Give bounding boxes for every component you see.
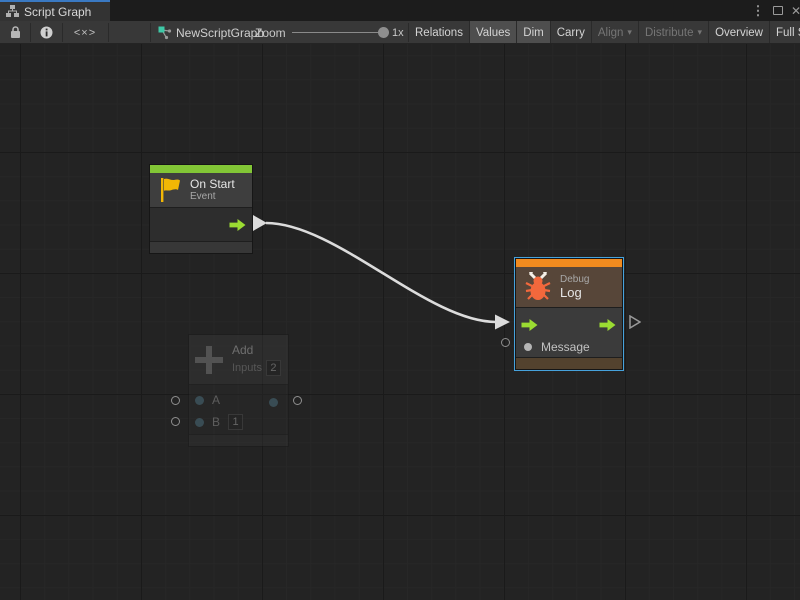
- message-port-row[interactable]: Message: [524, 340, 590, 354]
- zoom-slider-track[interactable]: [292, 32, 384, 33]
- graph-canvas[interactable]: On Start Event: [0, 44, 800, 600]
- inputs-label: Inputs: [232, 362, 262, 374]
- info-icon: [40, 26, 53, 39]
- code-icon: <×>: [74, 27, 96, 39]
- wire-start-triangle: [253, 215, 267, 231]
- plus-icon: [195, 346, 223, 374]
- tab-bar: Script Graph ⋮ ✕: [0, 0, 800, 21]
- flow-output-port[interactable]: [229, 219, 246, 231]
- carry-toggle[interactable]: Carry: [550, 21, 591, 44]
- flag-icon: [158, 177, 182, 203]
- info-button[interactable]: [30, 21, 62, 44]
- maximize-icon: [773, 6, 783, 15]
- flow-output-port[interactable]: [599, 319, 616, 331]
- bug-icon: [524, 271, 552, 303]
- flow-input-port[interactable]: [521, 319, 538, 331]
- node-title: On Start: [190, 177, 235, 191]
- value-port-dot[interactable]: [195, 396, 204, 405]
- flow-connection-wire: [0, 44, 800, 600]
- node-ports: [150, 208, 252, 242]
- close-button[interactable]: ✕: [788, 0, 800, 21]
- message-port-label: Message: [541, 340, 590, 354]
- node-title: Add: [232, 343, 281, 357]
- dim-toggle[interactable]: Dim: [516, 21, 549, 44]
- result-output-dot[interactable]: [269, 398, 278, 407]
- lock-icon: [10, 26, 21, 39]
- event-color-bar: [150, 165, 252, 173]
- node-footer: [189, 435, 288, 446]
- value-port-dot[interactable]: [195, 418, 204, 427]
- node-footer: [516, 358, 622, 369]
- result-outer-circle[interactable]: [293, 396, 302, 405]
- flow-out-hollow-triangle[interactable]: [629, 315, 641, 329]
- fullscreen-button[interactable]: Full Screen: [769, 21, 800, 44]
- node-debug-log[interactable]: Debug Log Message: [514, 257, 624, 371]
- toolbar-separator: [150, 23, 151, 42]
- hierarchy-icon: [6, 5, 19, 18]
- wire-end-arrow: [495, 315, 510, 330]
- port-b-outer-circle[interactable]: [171, 417, 180, 426]
- node-ports: Message: [516, 308, 622, 358]
- chevron-down-icon: ▾: [698, 27, 703, 38]
- node-header: On Start Event: [150, 173, 252, 208]
- value-port-dot[interactable]: [524, 343, 532, 351]
- inputs-count-field[interactable]: 2: [266, 360, 281, 376]
- port-row-a[interactable]: A: [195, 393, 220, 407]
- port-a-label: A: [212, 393, 220, 407]
- node-ports: A B 1: [189, 385, 288, 435]
- maximize-button[interactable]: [770, 0, 786, 21]
- node-title: Log: [560, 286, 589, 300]
- node-footer: [150, 242, 252, 253]
- port-b-value-field[interactable]: 1: [228, 414, 243, 430]
- graph-name-label[interactable]: NewScriptGraph: [176, 21, 264, 44]
- code-view-button[interactable]: <×>: [62, 21, 108, 44]
- distribute-dropdown[interactable]: Distribute ▾: [638, 21, 708, 44]
- overview-button[interactable]: Overview: [708, 21, 769, 44]
- node-header: Add Inputs 2: [189, 335, 288, 385]
- zoom-value: 1x: [392, 21, 404, 44]
- inputs-row: Inputs 2: [232, 360, 281, 376]
- port-row-b[interactable]: B 1: [195, 414, 243, 430]
- script-graph-window: Script Graph ⋮ ✕ <×>: [0, 0, 800, 600]
- node-on-start[interactable]: On Start Event: [149, 164, 253, 254]
- node-header: Debug Log: [516, 267, 622, 308]
- port-b-label: B: [212, 415, 220, 429]
- message-port-outer-circle[interactable]: [501, 338, 510, 347]
- chevron-down-icon: ▾: [627, 27, 632, 38]
- tab-title: Script Graph: [24, 5, 91, 19]
- relations-toggle[interactable]: Relations: [409, 21, 469, 44]
- port-a-outer-circle[interactable]: [171, 396, 180, 405]
- graph-toolbar: <×> NewScriptGraph Zoom 1x Relations Val…: [0, 21, 800, 44]
- zoom-slider-handle[interactable]: [378, 27, 389, 38]
- toolbar-buttons: Relations Values Dim Carry Align ▾ Distr…: [409, 21, 800, 44]
- values-toggle[interactable]: Values: [469, 21, 516, 44]
- window-menu-button[interactable]: ⋮: [750, 0, 766, 21]
- align-dropdown[interactable]: Align ▾: [591, 21, 638, 44]
- node-subtitle: Event: [190, 191, 235, 203]
- tab-script-graph[interactable]: Script Graph: [0, 0, 110, 21]
- zoom-label: Zoom: [255, 21, 286, 44]
- toolbar-separator: [108, 23, 109, 42]
- graph-asset-icon: [156, 21, 174, 44]
- debug-color-bar: [516, 259, 622, 267]
- lock-button[interactable]: [0, 21, 30, 44]
- node-add[interactable]: Add Inputs 2 A B 1: [188, 334, 289, 447]
